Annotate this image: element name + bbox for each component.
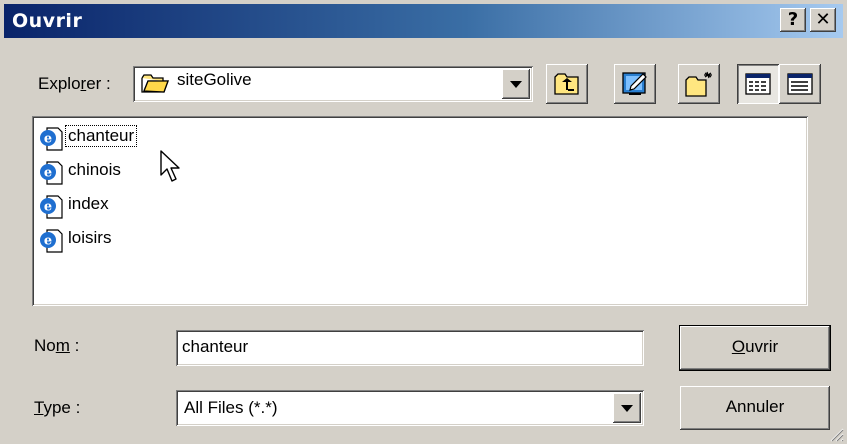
- create-new-folder-button[interactable]: [678, 64, 720, 104]
- name-label: Nom :: [34, 336, 80, 355]
- chevron-down-icon: [621, 405, 633, 412]
- svg-text:e: e: [44, 200, 52, 215]
- file-name: index: [68, 194, 109, 213]
- file-name: chinois: [68, 160, 121, 179]
- title-bar[interactable]: Ouvrir ? ✕: [4, 4, 843, 38]
- list-view-icon: [745, 73, 771, 95]
- file-type-select[interactable]: All Files (*.*): [176, 390, 644, 426]
- look-in-value: siteGolive: [177, 70, 252, 89]
- type-label: Type :: [34, 398, 81, 417]
- ie-document-icon: e: [40, 127, 63, 151]
- details-view-icon: [787, 73, 813, 95]
- cancel-button-label: Annuler: [725, 397, 785, 416]
- svg-text:e: e: [44, 234, 52, 249]
- help-icon: ?: [787, 9, 799, 30]
- close-button[interactable]: ✕: [810, 8, 836, 32]
- open-folder-icon: [141, 74, 169, 93]
- look-in-combo[interactable]: siteGolive: [133, 66, 533, 102]
- resize-grip-icon[interactable]: [828, 426, 844, 442]
- file-name: chanteur: [64, 125, 138, 147]
- svg-text:e: e: [44, 166, 52, 181]
- mouse-cursor-icon: [160, 150, 180, 182]
- help-button[interactable]: ?: [780, 8, 806, 32]
- details-view-button[interactable]: [779, 64, 821, 104]
- desktop-button[interactable]: [614, 64, 656, 104]
- file-name-input[interactable]: chanteur: [176, 330, 644, 366]
- window-title: Ouvrir: [12, 10, 83, 32]
- file-list[interactable]: e chanteur e chinois e index e loisirs: [32, 116, 808, 306]
- ie-document-icon: e: [40, 161, 63, 185]
- open-button[interactable]: Ouvrir: [680, 326, 830, 370]
- list-view-button[interactable]: [737, 64, 779, 104]
- desktop-icon: [622, 72, 647, 95]
- ie-document-icon: e: [40, 195, 63, 219]
- file-name-value: chanteur: [182, 337, 249, 356]
- cancel-button[interactable]: Annuler: [680, 386, 830, 430]
- file-type-dropdown-button[interactable]: [613, 393, 641, 423]
- open-button-label: Ouvrir: [731, 337, 779, 356]
- look-in-label: Explorer :: [38, 74, 111, 93]
- new-folder-icon: [685, 71, 712, 97]
- close-icon: ✕: [815, 9, 831, 30]
- file-name: loisirs: [68, 228, 112, 247]
- look-in-dropdown-button[interactable]: [502, 69, 530, 99]
- chevron-down-icon: [510, 81, 522, 88]
- svg-text:e: e: [44, 132, 52, 147]
- file-type-value: All Files (*.*): [184, 398, 278, 417]
- up-one-level-button[interactable]: [546, 64, 588, 104]
- open-dialog: Ouvrir ? ✕ Explorer : siteGolive e chant…: [0, 0, 847, 444]
- ie-document-icon: e: [40, 229, 63, 253]
- folder-up-icon: [554, 73, 579, 95]
